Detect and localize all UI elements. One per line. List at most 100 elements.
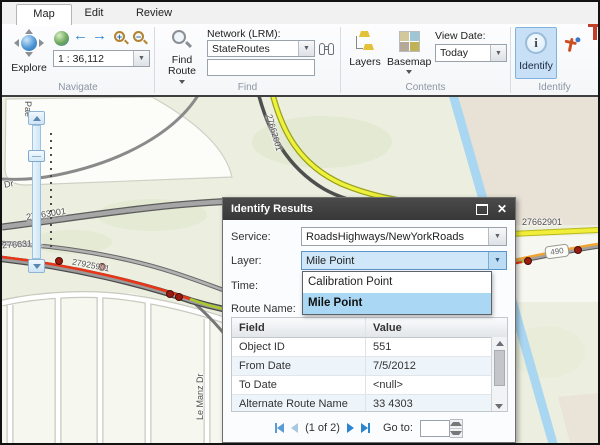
layers-icon [355, 31, 375, 53]
pagination-bar: (1 of 2) Go to: [223, 416, 515, 440]
explore-button[interactable]: Explore [8, 28, 50, 80]
zoom-out-icon[interactable]: − [133, 31, 144, 42]
tab-strip: Map Edit Review [2, 2, 598, 25]
scale-combobox[interactable]: 1 : 36,112 ▼ [53, 50, 150, 67]
view-date-label: View Date: [435, 30, 486, 42]
group-label-identify: Identify [511, 82, 598, 93]
group-label-contents: Contents [341, 82, 510, 93]
explore-label: Explore [8, 62, 50, 74]
first-page-button[interactable] [275, 423, 284, 433]
maximize-icon[interactable] [476, 204, 488, 215]
slider-zoom-in-button[interactable] [28, 111, 45, 125]
scroll-thumb[interactable] [494, 350, 505, 386]
explore-icon [21, 35, 37, 51]
scroll-down-icon[interactable] [495, 404, 503, 409]
cell-field: From Date [232, 357, 366, 375]
group-label-navigate: Navigate [2, 82, 154, 93]
dropdown-option-calibration-point[interactable]: Calibration Point [303, 272, 491, 293]
basemap-icon [399, 31, 420, 52]
tab-edit[interactable]: Edit [74, 2, 114, 24]
cell-value: 7/5/2012 [366, 357, 507, 375]
view-date-dropdown-arrow-icon[interactable]: ▼ [490, 45, 506, 61]
app-window: Map Edit Review Explore ← → + [0, 0, 600, 445]
table-row[interactable]: Alternate Route Name 33 4303 [232, 395, 507, 412]
identify-label: Identify [516, 60, 556, 72]
next-page-button[interactable] [347, 423, 354, 433]
previous-page-button[interactable] [291, 423, 298, 433]
ribbon: Explore ← → + − 1 : 36,112 ▼ Navigate [2, 24, 598, 95]
identify-button[interactable]: i Identify [515, 27, 557, 79]
street-name-label: Dr [3, 178, 14, 190]
cell-field: Object ID [232, 338, 366, 356]
layers-button[interactable]: Layers [346, 28, 384, 76]
dropdown-option-mile-point[interactable]: Mile Point [303, 293, 491, 314]
cell-field: To Date [232, 376, 366, 394]
group-identify: i Identify Identify [511, 24, 598, 95]
group-navigate: Explore ← → + − 1 : 36,112 ▼ Navigate [2, 24, 154, 95]
table-scrollbar[interactable] [491, 337, 507, 411]
cell-value: 551 [366, 338, 507, 356]
map-zoom-slider [28, 111, 45, 273]
basemap-label: Basemap [387, 56, 431, 68]
route-input[interactable] [207, 59, 315, 76]
network-combobox[interactable]: StateRoutes ▼ [207, 40, 315, 57]
tab-review[interactable]: Review [128, 2, 180, 24]
cell-value: 33 4303 [366, 395, 507, 412]
network-dropdown-arrow-icon[interactable]: ▼ [298, 41, 314, 56]
slider-track[interactable] [32, 125, 41, 259]
zoom-in-icon[interactable]: + [114, 31, 125, 42]
last-page-button[interactable] [361, 423, 370, 433]
basemap-caret-icon [406, 70, 412, 74]
basemap-button[interactable]: Basemap [387, 28, 431, 84]
service-combobox[interactable]: RoadsHighways/NewYorkRoads ▼ [301, 227, 507, 246]
goto-spinner[interactable] [450, 419, 463, 438]
dialog-title-bar[interactable]: Identify Results ✕ [223, 198, 515, 220]
tab-map[interactable]: Map [16, 4, 72, 25]
table-header-row: Field Value [232, 318, 507, 338]
clipped-edge-icon [593, 26, 597, 40]
group-label-find: Find [155, 82, 340, 93]
dialog-title: Identify Results [231, 203, 476, 215]
goto-label: Go to: [383, 422, 413, 434]
group-find: Find Route Network (LRM): StateRoutes ▼ … [155, 24, 340, 95]
binoculars-icon[interactable] [319, 43, 337, 57]
scale-dropdown-arrow-icon[interactable]: ▼ [133, 51, 149, 66]
layers-label: Layers [346, 56, 384, 68]
network-value: StateRoutes [208, 41, 298, 56]
scale-value: 1 : 36,112 [54, 51, 133, 66]
slider-zoom-out-button[interactable] [28, 259, 45, 273]
value-column-header[interactable]: Value [366, 318, 507, 337]
layer-dropdown-arrow-icon[interactable]: ▼ [488, 252, 506, 269]
route-id-label: 27662901 [522, 217, 562, 227]
slider-thumb[interactable] [28, 150, 45, 162]
goto-page-input[interactable] [420, 420, 450, 437]
view-date-combobox[interactable]: Today ▼ [435, 44, 507, 62]
back-arrow-icon[interactable]: ← [73, 27, 88, 44]
service-dropdown-arrow-icon[interactable]: ▼ [488, 228, 506, 245]
find-route-magnifier-icon [172, 30, 186, 44]
route-name-label: Route Name: [231, 303, 296, 315]
attributes-table: Field Value Object ID 551 From Date 7/5/… [231, 317, 508, 412]
slider-tick-marks [50, 133, 52, 251]
table-row[interactable]: From Date 7/5/2012 [232, 357, 507, 376]
table-row[interactable]: To Date <null> [232, 376, 507, 395]
network-lrm-label: Network (LRM): [207, 28, 281, 40]
cell-value: <null> [366, 376, 507, 394]
service-value: RoadsHighways/NewYorkRoads [302, 228, 488, 245]
identify-results-dialog: Identify Results ✕ Service: RoadsHighway… [222, 197, 516, 443]
close-icon[interactable]: ✕ [497, 204, 507, 214]
layer-label: Layer: [231, 255, 301, 267]
layer-combobox[interactable]: Mile Point ▼ [301, 251, 507, 270]
group-contents: Layers Basemap View Date: Today ▼ Conten… [341, 24, 510, 95]
layer-dropdown-list: Calibration Point Mile Point [302, 271, 492, 315]
street-name-label: Le Manz Dr [195, 373, 205, 420]
page-indicator: (1 of 2) [305, 422, 340, 434]
identify-route-cross-icon[interactable] [562, 37, 581, 56]
full-extent-globe-icon[interactable] [54, 31, 69, 46]
find-route-button[interactable]: Find Route [160, 28, 204, 88]
table-row[interactable]: Object ID 551 [232, 338, 507, 357]
scroll-up-icon[interactable] [496, 341, 504, 346]
layer-value: Mile Point [302, 252, 488, 269]
forward-arrow-icon[interactable]: → [92, 27, 107, 44]
field-column-header[interactable]: Field [232, 318, 366, 337]
